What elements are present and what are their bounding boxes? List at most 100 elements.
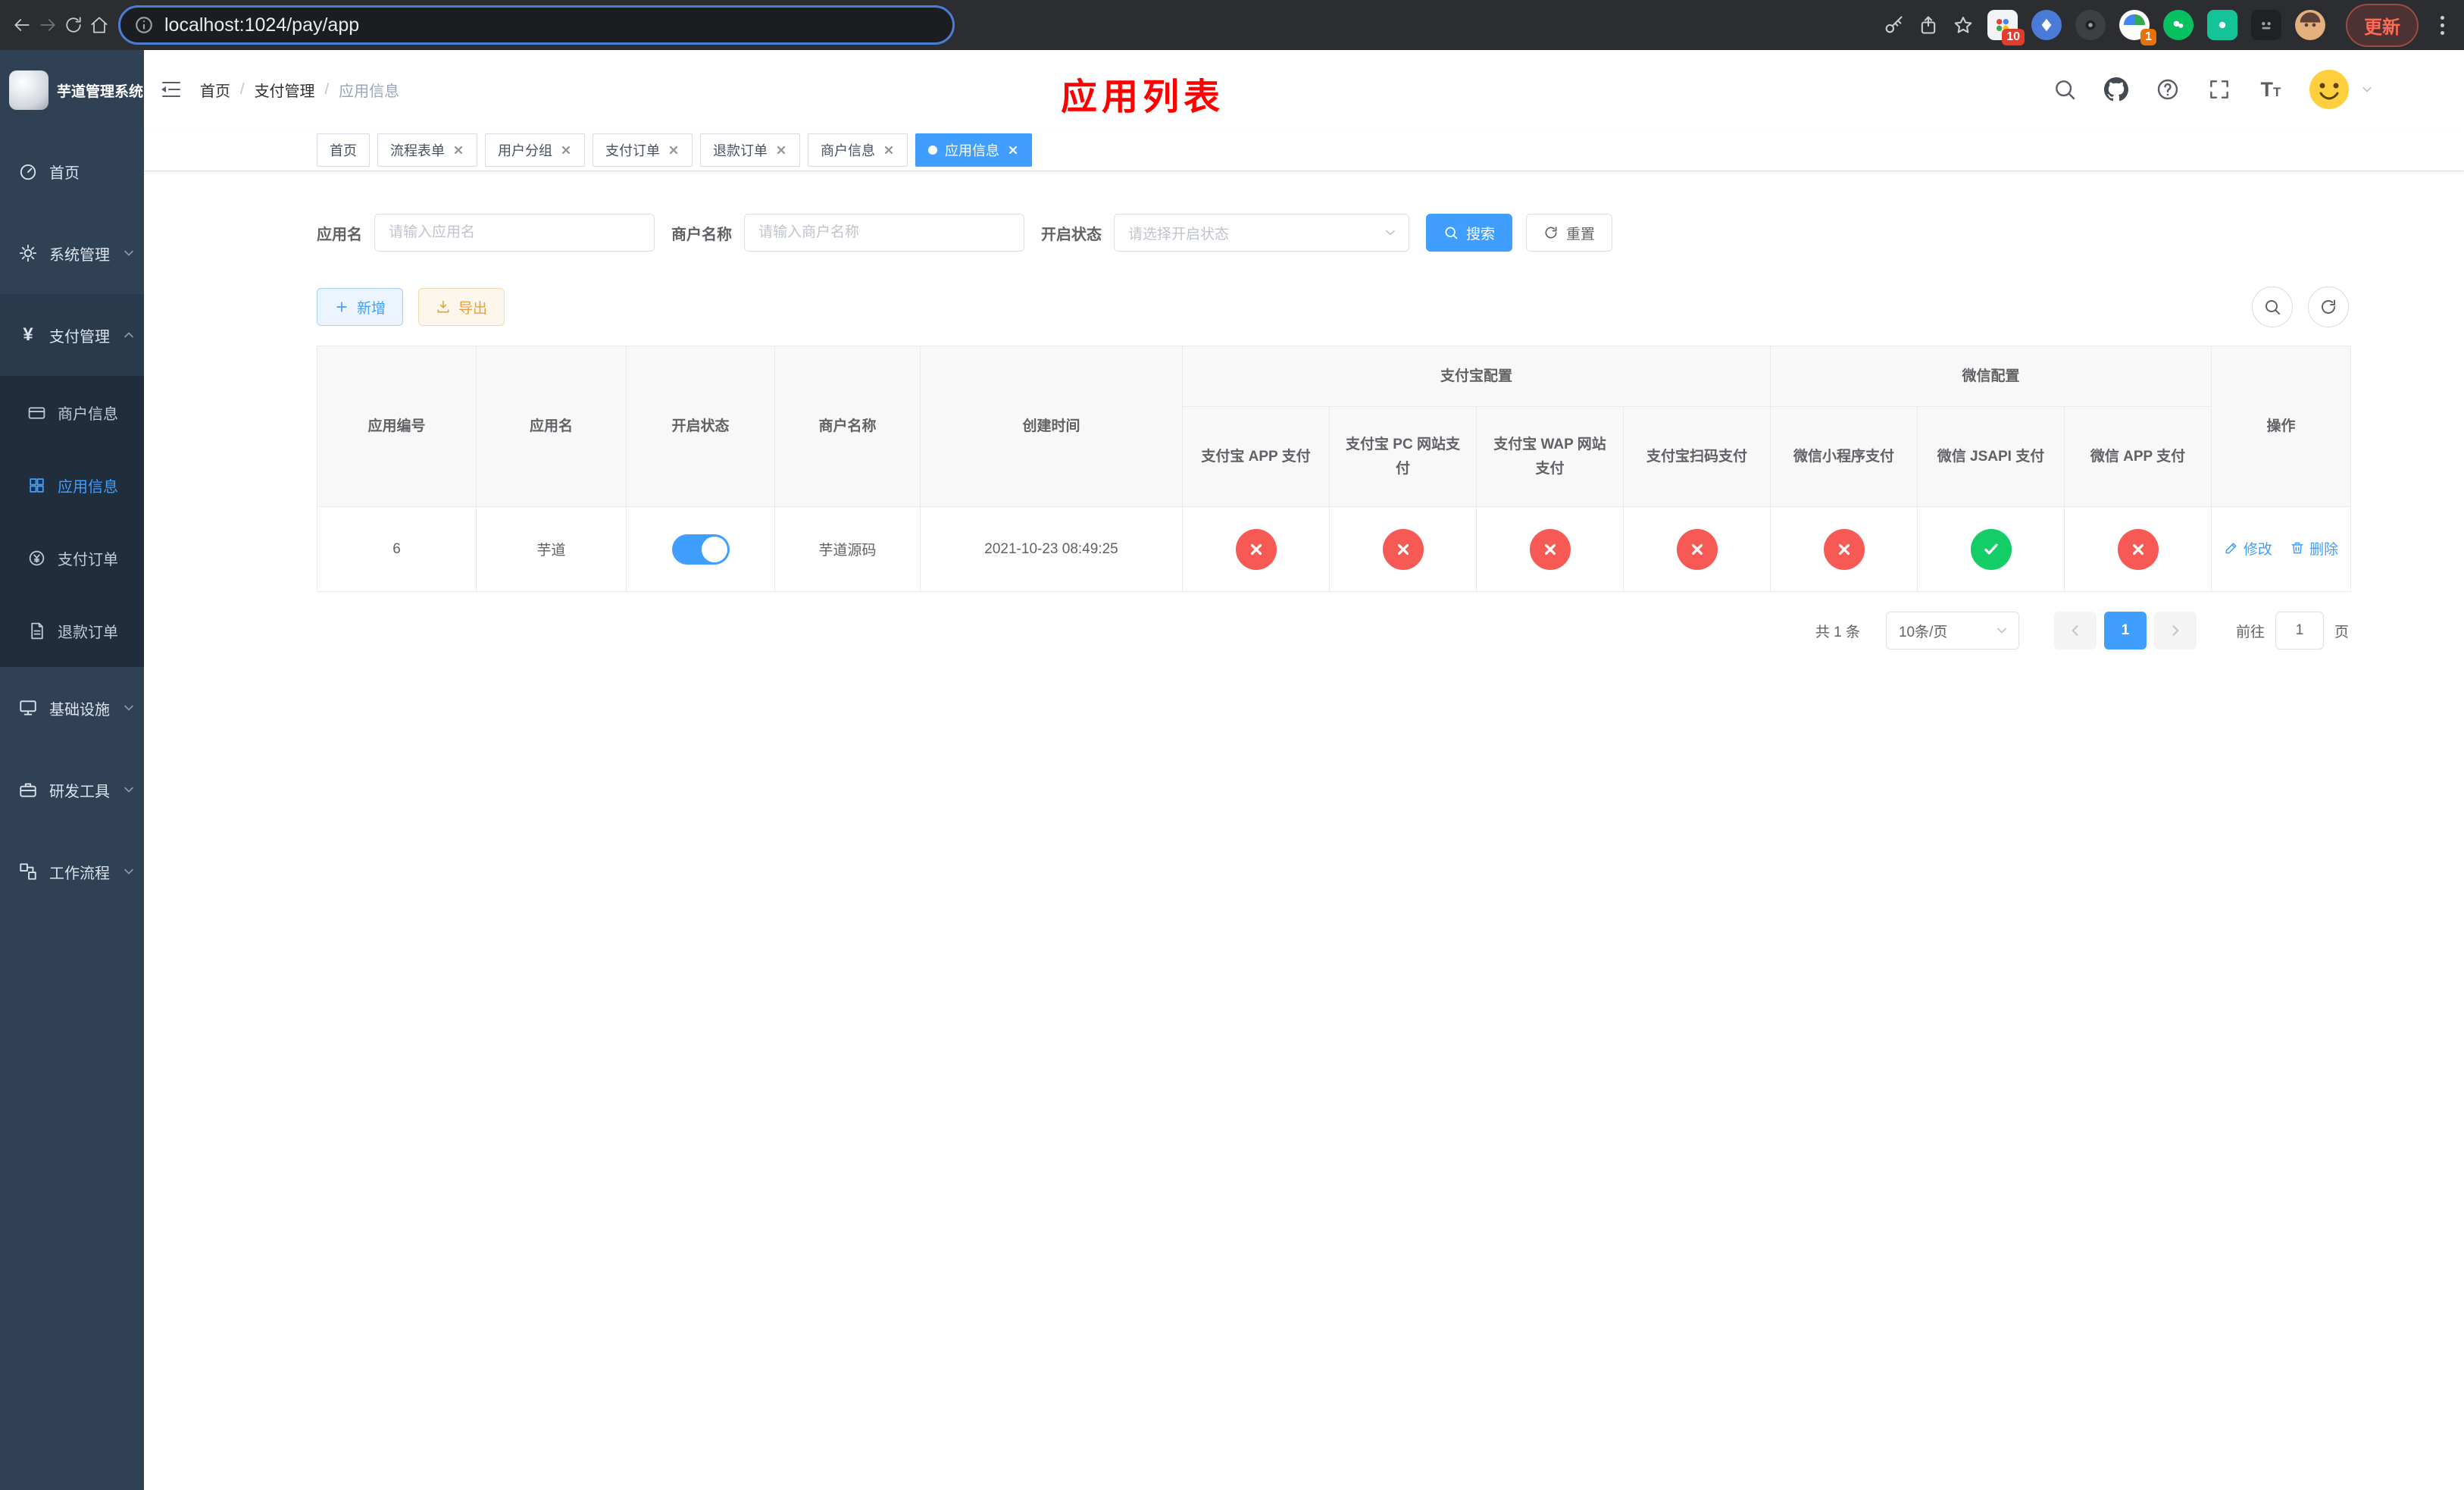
merchant-name-label: 商户名称 <box>671 226 732 243</box>
update-button[interactable]: 更新 <box>2346 3 2419 47</box>
tab-pay-orders[interactable]: 支付订单 <box>593 133 693 167</box>
github-icon[interactable] <box>2102 75 2131 104</box>
refresh-button[interactable] <box>61 8 86 42</box>
profile-avatar-icon[interactable] <box>2295 10 2325 40</box>
user-avatar <box>2309 70 2349 109</box>
tab-refund-orders[interactable]: 退款订单 <box>700 133 800 167</box>
user-menu[interactable] <box>2308 68 2375 111</box>
sidebar-item-dev-tools[interactable]: 研发工具 <box>0 749 144 831</box>
export-button[interactable]: 导出 <box>418 288 505 326</box>
tab-app-info[interactable]: 应用信息 <box>915 133 1032 167</box>
search-icon[interactable] <box>2050 75 2079 104</box>
forward-button[interactable] <box>35 8 61 42</box>
extension-badge: 10 <box>2002 29 2025 45</box>
chevron-down-icon <box>2362 86 2372 92</box>
dashboard-icon <box>20 164 36 180</box>
column-header-wechat-jsapi: 微信 JSAPI 支付 <box>1917 406 2065 507</box>
total-count: 共 1 条 <box>1815 624 1860 640</box>
column-header-id: 应用编号 <box>317 346 477 507</box>
extension-icon-1[interactable]: 10 <box>1987 10 2025 45</box>
alipay-pc-status-icon <box>1382 528 1424 570</box>
close-icon <box>777 146 786 154</box>
extension-icon-7[interactable] <box>2251 10 2281 40</box>
font-size-icon[interactable]: TT <box>2256 75 2285 104</box>
monitor-icon <box>20 700 36 715</box>
extension-icon-5[interactable] <box>2163 10 2194 40</box>
delete-link[interactable]: 删除 <box>2290 538 2338 559</box>
chevron-down-icon <box>1997 628 2006 634</box>
navbar-actions: TT <box>2050 68 2375 111</box>
sidebar-item-pay-orders[interactable]: 支付订单 <box>0 521 144 594</box>
next-page-button[interactable] <box>2153 612 2197 650</box>
close-icon <box>454 146 463 154</box>
bookmark-star-icon[interactable] <box>1946 8 1981 42</box>
sidebar-item-app-info[interactable]: 应用信息 <box>0 449 144 521</box>
order-icon <box>29 550 45 565</box>
extension-icon-2[interactable] <box>2031 10 2062 40</box>
address-bar[interactable]: localhost:1024/pay/app <box>118 5 955 45</box>
extension-icon-4[interactable]: 1 <box>2119 10 2156 45</box>
close-icon <box>1008 146 1018 154</box>
breadcrumb-home[interactable]: 首页 <box>200 79 230 101</box>
extension-badge: 1 <box>2140 29 2156 45</box>
plus-icon <box>336 302 347 312</box>
fullscreen-icon[interactable] <box>2205 75 2234 104</box>
app-table: 应用编号 应用名 开启状态 商户名称 创建时间 支付宝配置 微信配置 操作 支付… <box>317 346 2352 592</box>
app-name-input[interactable] <box>374 214 655 252</box>
sidebar-item-merchant-info[interactable]: 商户信息 <box>0 376 144 449</box>
breadcrumb-payment[interactable]: 支付管理 <box>255 79 315 101</box>
prev-page-button[interactable] <box>2053 612 2097 650</box>
reset-button[interactable]: 重置 <box>1526 214 1613 252</box>
sidebar-item-infrastructure[interactable]: 基础设施 <box>0 667 144 749</box>
toggle-search-button[interactable] <box>2252 286 2293 327</box>
site-info-icon[interactable] <box>134 15 154 35</box>
download-icon <box>437 300 449 313</box>
breadcrumb: 首页 / 支付管理 / 应用信息 <box>200 79 399 101</box>
extension-icon-3[interactable] <box>2075 10 2106 40</box>
cell-created-time: 2021-10-23 08:49:25 <box>920 506 1183 592</box>
column-header-alipay-app: 支付宝 APP 支付 <box>1182 406 1330 507</box>
alipay-qr-status-icon <box>1676 528 1718 570</box>
navbar: 首页 / 支付管理 / 应用信息 TT <box>144 50 2464 129</box>
yen-icon: ¥ <box>23 324 33 345</box>
tab-merchant-info[interactable]: 商户信息 <box>808 133 908 167</box>
column-header-merchant: 商户名称 <box>774 346 921 507</box>
status-select[interactable]: 请选择开启状态 <box>1114 214 1409 252</box>
trash-icon <box>2291 542 2303 554</box>
tab-process-form[interactable]: 流程表单 <box>377 133 477 167</box>
browser-menu-icon[interactable] <box>2429 15 2455 35</box>
hamburger-icon[interactable] <box>155 73 188 106</box>
edit-link[interactable]: 修改 <box>2224 538 2272 559</box>
refresh-table-button[interactable] <box>2308 286 2349 327</box>
logo: 芋道管理系统 <box>0 50 144 130</box>
cell-app-name: 芋道 <box>476 506 627 592</box>
page-1-button[interactable]: 1 <box>2103 612 2147 650</box>
home-button[interactable] <box>86 8 112 42</box>
column-header-alipay-wap: 支付宝 WAP 网站支付 <box>1476 406 1624 507</box>
share-icon[interactable] <box>1911 8 1946 42</box>
search-button[interactable]: 搜索 <box>1426 214 1513 252</box>
status-toggle[interactable] <box>671 534 730 565</box>
sidebar-item-workflow[interactable]: 工作流程 <box>0 831 144 912</box>
sidebar-item-payment[interactable]: ¥ 支付管理 <box>0 294 144 376</box>
wechat-jsapi-status-icon <box>1970 528 2012 570</box>
cell-merchant-name: 芋道源码 <box>774 506 921 592</box>
close-icon <box>669 146 678 154</box>
add-button[interactable]: 新增 <box>317 288 404 326</box>
sidebar-item-system[interactable]: 系统管理 <box>0 212 144 294</box>
search-icon <box>2265 300 2280 315</box>
right-toolbar <box>2252 286 2349 327</box>
page-size-select[interactable]: 10条/页 <box>1885 612 2019 650</box>
back-button[interactable] <box>9 8 35 42</box>
help-icon[interactable] <box>2153 75 2182 104</box>
extension-icon-6[interactable] <box>2207 10 2237 40</box>
merchant-name-input[interactable] <box>744 214 1024 252</box>
sidebar-item-home[interactable]: 首页 <box>0 130 144 212</box>
grid-icon <box>30 477 44 493</box>
goto-page-input[interactable] <box>2275 612 2324 650</box>
sidebar-item-refund-orders[interactable]: 退款订单 <box>0 594 144 667</box>
key-icon[interactable] <box>1876 8 1911 42</box>
tab-home[interactable]: 首页 <box>317 133 370 167</box>
column-header-status: 开启状态 <box>626 346 775 507</box>
tab-user-group[interactable]: 用户分组 <box>485 133 585 167</box>
